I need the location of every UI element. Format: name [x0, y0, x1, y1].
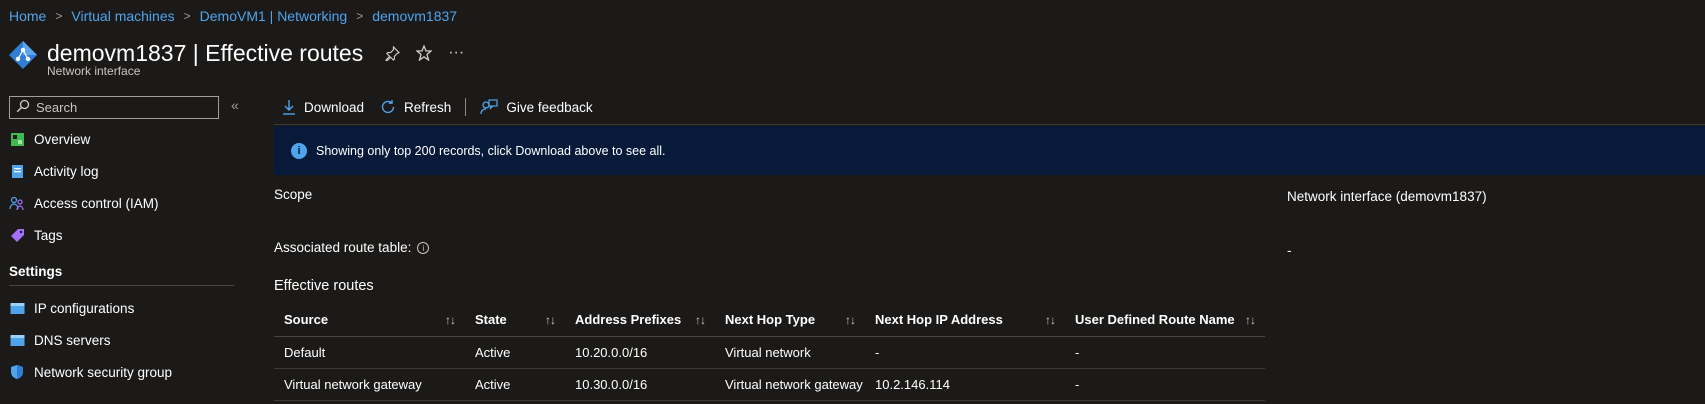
give-feedback-label: Give feedback: [506, 99, 593, 115]
sidebar-item-label: Overview: [34, 131, 91, 147]
people-icon: [9, 195, 25, 211]
give-feedback-button[interactable]: Give feedback: [480, 99, 593, 115]
sort-icon[interactable]: ↑↓: [1245, 313, 1256, 327]
info-tooltip-icon[interactable]: i: [417, 242, 430, 255]
refresh-label: Refresh: [404, 99, 452, 115]
route-table-label-text: Associated route table:: [274, 240, 412, 255]
info-banner-text: Showing only top 200 records, click Down…: [316, 143, 666, 158]
sidebar-item-label: Network security group: [34, 364, 173, 380]
column-header-user-defined-route-name[interactable]: User Defined Route Name ↑↓: [1065, 304, 1265, 337]
network-interface-icon: [8, 40, 38, 70]
download-icon: [282, 99, 296, 115]
sidebar-item-label: IP configurations: [34, 300, 135, 316]
shield-icon: [9, 364, 25, 380]
sort-icon[interactable]: ↑↓: [545, 313, 556, 327]
cell-source: Virtual network gateway: [274, 368, 465, 401]
sidebar-item-label: Tags: [34, 227, 63, 243]
page-subtitle: Network interface: [47, 64, 141, 78]
refresh-icon: [380, 99, 396, 115]
effective-routes-title: Effective routes: [274, 278, 374, 294]
more-icon[interactable]: ···: [448, 44, 464, 62]
dns-icon: [9, 332, 25, 348]
activity-log-icon: [9, 163, 25, 179]
column-header-address-prefixes[interactable]: Address Prefixes ↑↓: [565, 304, 715, 337]
sidebar-item-network-security-group[interactable]: Network security group: [0, 356, 240, 388]
toolbar-divider: [465, 98, 467, 116]
cell-address-prefixes: 10.30.0.0/16: [565, 368, 715, 401]
route-table-value: -: [1287, 243, 1292, 258]
effective-routes-table: Source ↑↓ State ↑↓ Address Prefixes ↑↓ Next…: [274, 304, 1265, 401]
chevron-right-icon: >: [55, 9, 63, 23]
toolbar-divider-line: [274, 124, 1705, 125]
sidebar-item-dns-servers[interactable]: DNS servers: [0, 324, 240, 356]
table-row: Virtual network gateway Active 10.30.0.0…: [274, 368, 1265, 401]
search-input[interactable]: [36, 100, 206, 115]
route-table-label: Associated route table: i: [274, 240, 430, 255]
breadcrumb-virtual-machines[interactable]: Virtual machines: [71, 8, 174, 24]
pin-icon[interactable]: [385, 45, 401, 61]
star-icon[interactable]: [416, 45, 433, 61]
scope-label: Scope: [274, 187, 313, 202]
cell-user-defined-route-name: -: [1065, 336, 1265, 369]
refresh-button[interactable]: Refresh: [380, 99, 451, 115]
tag-icon: [9, 227, 25, 243]
chevron-right-icon: >: [356, 9, 364, 23]
column-header-next-hop-type[interactable]: Next Hop Type ↑↓: [715, 304, 865, 337]
breadcrumb-vm-networking[interactable]: DemoVM1 | Networking: [200, 8, 348, 24]
feedback-icon: [480, 99, 498, 115]
sort-icon[interactable]: ↑↓: [1045, 313, 1056, 327]
overview-icon: [9, 131, 25, 147]
sidebar-item-label: Access control (IAM): [34, 195, 159, 211]
search-box[interactable]: [9, 96, 219, 119]
breadcrumb-nic[interactable]: demovm1837: [372, 8, 457, 24]
sidebar-divider: [9, 285, 234, 286]
scope-value: Network interface (demovm1837): [1287, 189, 1487, 204]
cell-state: Active: [465, 336, 565, 369]
sort-icon[interactable]: ↑↓: [845, 313, 856, 327]
sidebar-item-overview[interactable]: Overview: [0, 123, 240, 155]
sort-icon[interactable]: ↑↓: [445, 313, 456, 327]
breadcrumb-home[interactable]: Home: [9, 8, 46, 24]
download-label: Download: [304, 99, 365, 115]
cell-next-hop-ip: 10.2.146.114: [865, 368, 1065, 401]
cell-next-hop-type: Virtual network gateway: [715, 368, 865, 401]
cell-next-hop-ip: -: [865, 336, 1065, 369]
sidebar-item-ip-configurations[interactable]: IP configurations: [0, 292, 240, 324]
sidebar-item-tags[interactable]: Tags: [0, 219, 240, 251]
info-icon: i: [291, 142, 307, 159]
cell-address-prefixes: 10.20.0.0/16: [565, 336, 715, 369]
info-banner: i Showing only top 200 records, click Do…: [274, 126, 1705, 175]
cell-next-hop-type: Virtual network: [715, 336, 865, 369]
sidebar-nav: Overview Activity log Access control (IA…: [0, 123, 240, 388]
download-button[interactable]: Download: [282, 99, 364, 115]
cell-user-defined-route-name: -: [1065, 368, 1265, 401]
command-bar: Download Refresh Give feedback: [282, 94, 609, 120]
column-header-state[interactable]: State ↑↓: [465, 304, 565, 337]
table-header-row: Source ↑↓ State ↑↓ Address Prefixes ↑↓ Next…: [274, 304, 1265, 337]
breadcrumb: Home > Virtual machines > DemoVM1 | Netw…: [9, 6, 457, 26]
ip-config-icon: [9, 300, 25, 316]
column-header-next-hop-ip[interactable]: Next Hop IP Address ↑↓: [865, 304, 1065, 337]
table-row: Default Active 10.20.0.0/16 Virtual netw…: [274, 336, 1265, 369]
sort-icon[interactable]: ↑↓: [695, 313, 706, 327]
cell-source: Default: [274, 336, 465, 369]
sidebar-item-label: DNS servers: [34, 332, 111, 348]
search-icon: [16, 99, 30, 116]
cell-state: Active: [465, 368, 565, 401]
chevron-right-icon: >: [183, 9, 191, 23]
sidebar-item-activity-log[interactable]: Activity log: [0, 155, 240, 187]
sidebar-item-label: Activity log: [34, 163, 99, 179]
collapse-sidebar-icon[interactable]: «: [231, 97, 239, 113]
sidebar-item-access-control[interactable]: Access control (IAM): [0, 187, 240, 219]
column-header-source[interactable]: Source ↑↓: [274, 304, 465, 337]
page-title: demovm1837 | Effective routes: [47, 39, 364, 66]
